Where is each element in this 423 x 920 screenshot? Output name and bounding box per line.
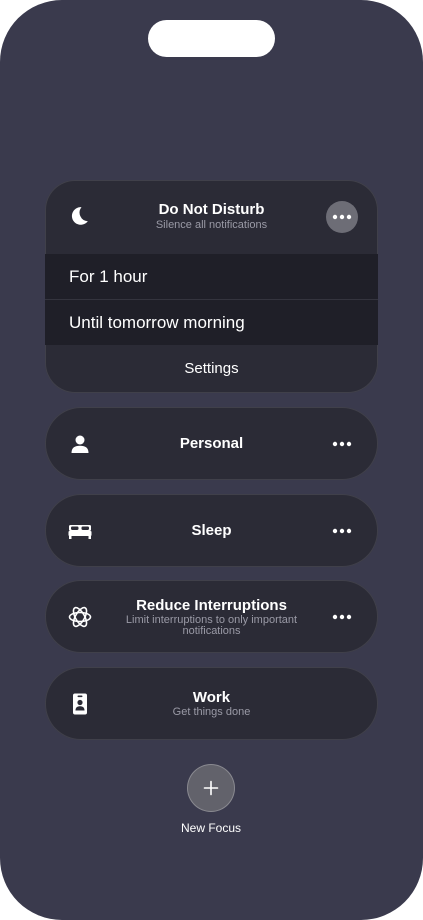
more-icon (332, 614, 352, 620)
dnd-options-list: For 1 hour Until tomorrow morning (45, 254, 378, 345)
more-icon (332, 441, 352, 447)
sleep-more-button[interactable] (327, 521, 357, 541)
focus-row-title: Work (192, 689, 231, 706)
focus-card-do-not-disturb[interactable]: Do Not Disturb Silence all notifications… (45, 180, 378, 393)
personal-more-button[interactable] (327, 434, 357, 454)
focus-row-title: Personal (179, 435, 244, 452)
bed-icon (67, 518, 93, 544)
new-focus-button[interactable] (187, 764, 235, 812)
dnd-settings-button[interactable]: Settings (45, 360, 378, 377)
focus-row-personal[interactable]: Personal (45, 407, 378, 480)
focus-row-reduce-interruptions[interactable]: Reduce Interruptions Limit interruptions… (45, 580, 378, 653)
more-icon (332, 214, 352, 220)
focus-row-title: Reduce Interruptions (136, 597, 287, 614)
reduce-interruptions-icon (67, 604, 93, 630)
dnd-option-until-tomorrow-morning[interactable]: Until tomorrow morning (45, 299, 378, 345)
focus-row-sleep[interactable]: Sleep (45, 494, 378, 567)
focus-row-work[interactable]: Work Get things done (45, 667, 378, 740)
phone-screen: Do Not Disturb Silence all notifications… (0, 0, 423, 920)
dynamic-island (148, 20, 275, 57)
dnd-option-for-1-hour[interactable]: For 1 hour (45, 254, 378, 299)
plus-icon (203, 780, 219, 796)
id-badge-icon (67, 691, 93, 717)
dnd-header[interactable]: Do Not Disturb Silence all notifications (45, 180, 378, 254)
dnd-more-button[interactable] (326, 201, 358, 233)
more-icon (332, 528, 352, 534)
focus-row-subtitle: Limit interruptions to only important no… (125, 614, 298, 637)
reduce-interruptions-more-button[interactable] (327, 607, 357, 627)
new-focus-label: New Focus (180, 821, 242, 835)
person-icon (67, 431, 93, 457)
focus-row-subtitle: Get things done (172, 706, 251, 718)
focus-row-title: Sleep (191, 522, 232, 539)
